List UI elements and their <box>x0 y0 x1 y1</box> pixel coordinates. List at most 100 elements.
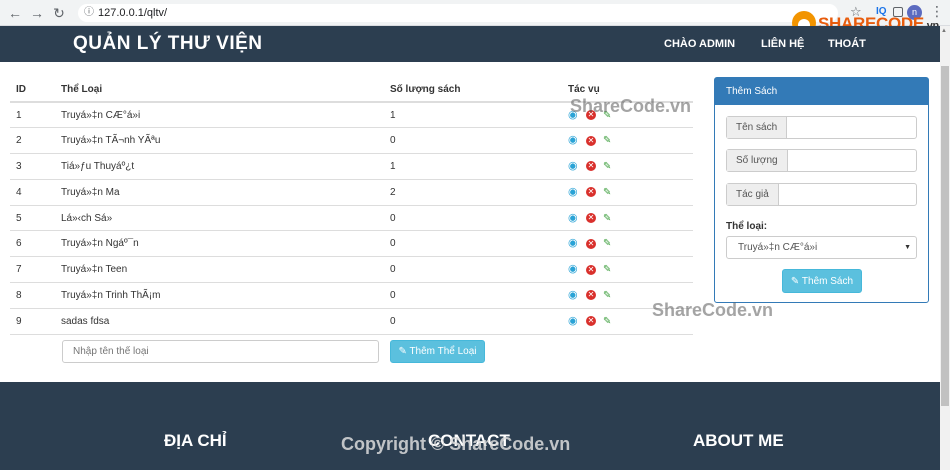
row-id: 4 <box>10 179 55 206</box>
category-select-value: Truyá»‡n CÆ°á»i <box>738 242 818 253</box>
row-actions: ◉ ✕ ✎ <box>562 153 693 180</box>
delete-icon[interactable]: ✕ <box>586 135 596 146</box>
edit-icon[interactable]: ✎ <box>603 290 614 301</box>
row-book-count: 0 <box>384 205 562 232</box>
category-select[interactable]: Truyá»‡n CÆ°á»i ▼ <box>726 236 917 259</box>
add-category-label: Thêm Thể Loại <box>409 346 477 357</box>
add-category-button[interactable]: ✎ Thêm Thể Loại <box>390 340 485 363</box>
view-icon[interactable]: ◉ <box>568 289 579 301</box>
row-id: 7 <box>10 256 55 284</box>
nav-welcome-admin[interactable]: CHÀO ADMIN <box>664 38 735 50</box>
row-id: 9 <box>10 308 55 335</box>
address-url: 127.0.0.1/qltv/ <box>98 7 168 19</box>
add-book-button[interactable]: ✎ Thêm Sách <box>782 269 862 293</box>
add-book-label: Thêm Sách <box>801 275 854 287</box>
add-book-icon: ✎ <box>790 275 800 287</box>
panel-title: Thêm Sách <box>715 78 928 105</box>
view-icon[interactable]: ◉ <box>568 212 579 224</box>
row-id: 1 <box>10 102 55 129</box>
footer-address-heading: ĐỊA CHỈ <box>164 431 227 450</box>
delete-icon[interactable]: ✕ <box>586 161 596 172</box>
table-row: 8 Truyá»‡n Trinh ThÃ¡m 0 ◉ ✕ ✎ <box>10 282 693 309</box>
site-brand[interactable]: QUẢN LÝ THƯ VIỆN <box>73 33 263 55</box>
row-category-name: Tiá»ƒu Thuyáº¿t <box>55 153 384 180</box>
row-book-count: 0 <box>384 127 562 155</box>
table-row: 2 Truyá»‡n TÃ¬nh YÃªu 0 ◉ ✕ ✎ <box>10 127 693 155</box>
table-row: 9 sadas fdsa 0 ◉ ✕ ✎ <box>10 308 693 335</box>
header-id: ID <box>10 78 55 103</box>
nav-contact[interactable]: LIÊN HỆ <box>761 38 804 50</box>
row-category-name: Truyá»‡n CÆ°á»i <box>55 102 384 129</box>
row-actions: ◉ ✕ ✎ <box>562 256 693 284</box>
top-navbar: QUẢN LÝ THƯ VIỆN CHÀO ADMIN LIÊN HỆ THOÁ… <box>0 26 940 62</box>
row-actions: ◉ ✕ ✎ <box>562 179 693 206</box>
view-icon[interactable]: ◉ <box>568 315 579 327</box>
delete-icon[interactable]: ✕ <box>586 238 596 249</box>
header-category: Thể Loại <box>55 78 384 103</box>
forward-icon[interactable]: → <box>28 4 46 22</box>
row-category-name: Lá»‹ch Sá» <box>55 205 384 232</box>
edit-icon[interactable]: ✎ <box>603 135 614 146</box>
watermark-text-2: ShareCode.vn <box>652 300 774 320</box>
row-id: 6 <box>10 230 55 258</box>
row-category-name: Truyá»‡n TÃ¬nh YÃªu <box>55 127 384 155</box>
table-row: 5 Lá»‹ch Sá» 0 ◉ ✕ ✎ <box>10 205 693 232</box>
edit-icon[interactable]: ✎ <box>603 161 614 172</box>
row-id: 3 <box>10 153 55 180</box>
footer-about-heading: ABOUT ME <box>693 431 784 450</box>
row-id: 2 <box>10 127 55 155</box>
table-row: 6 Truyá»‡n Ngáº¯n 0 ◉ ✕ ✎ <box>10 230 693 258</box>
row-id: 8 <box>10 282 55 309</box>
row-category-name: sadas fdsa <box>55 308 384 335</box>
address-bar[interactable]: ⓘ 127.0.0.1/qltv/ <box>78 4 838 22</box>
add-category-icon: ✎ <box>398 346 407 357</box>
row-book-count: 2 <box>384 179 562 206</box>
edit-icon[interactable]: ✎ <box>603 187 614 198</box>
view-icon[interactable]: ◉ <box>568 186 579 198</box>
add-book-panel: Thêm Sách Tên sách Số lượng Tác giả Thể … <box>714 77 929 303</box>
row-book-count: 0 <box>384 230 562 258</box>
edit-icon[interactable]: ✎ <box>603 213 614 224</box>
delete-icon[interactable]: ✕ <box>586 264 596 275</box>
view-icon[interactable]: ◉ <box>568 160 579 172</box>
row-category-name: Truyá»‡n Ma <box>55 179 384 206</box>
delete-icon[interactable]: ✕ <box>586 187 596 198</box>
back-icon[interactable]: ← <box>6 4 24 22</box>
view-icon[interactable]: ◉ <box>568 238 579 249</box>
table-row: 7 Truyá»‡n Teen 0 ◉ ✕ ✎ <box>10 256 693 284</box>
quantity-group[interactable]: Số lượng <box>726 149 917 172</box>
book-name-addon: Tên sách <box>727 117 788 138</box>
edit-icon[interactable]: ✎ <box>603 238 614 249</box>
copyright-watermark: Copyright © ShareCode.vn <box>341 434 571 454</box>
info-icon[interactable]: ⓘ <box>84 4 94 22</box>
category-label: Thể loại: <box>726 221 768 232</box>
edit-icon[interactable]: ✎ <box>603 264 614 275</box>
author-addon: Tác giả <box>727 184 779 205</box>
author-group[interactable]: Tác giả <box>726 183 917 206</box>
book-name-group[interactable]: Tên sách <box>726 116 917 139</box>
view-icon[interactable]: ◉ <box>568 135 579 146</box>
row-book-count: 1 <box>384 102 562 129</box>
row-actions: ◉ ✕ ✎ <box>562 127 693 155</box>
watermark-text: ShareCode.vn <box>570 96 692 116</box>
row-book-count: 0 <box>384 308 562 335</box>
table-row: 4 Truyá»‡n Ma 2 ◉ ✕ ✎ <box>10 179 693 206</box>
row-book-count: 0 <box>384 256 562 284</box>
view-icon[interactable]: ◉ <box>568 264 579 275</box>
nav-logout[interactable]: THOÁT <box>828 38 866 50</box>
scrollbar-thumb[interactable] <box>941 66 949 406</box>
row-actions: ◉ ✕ ✎ <box>562 205 693 232</box>
scroll-up-icon[interactable]: ▲ <box>941 28 947 34</box>
delete-icon[interactable]: ✕ <box>586 213 596 224</box>
reload-icon[interactable]: ↻ <box>50 4 68 22</box>
row-book-count: 1 <box>384 153 562 180</box>
delete-icon[interactable]: ✕ <box>586 290 596 301</box>
delete-icon[interactable]: ✕ <box>586 316 596 327</box>
chevron-down-icon: ▼ <box>904 244 911 251</box>
page-scrollbar[interactable]: ▲ <box>940 26 950 470</box>
row-id: 5 <box>10 205 55 232</box>
edit-icon[interactable]: ✎ <box>603 316 614 327</box>
category-name-input[interactable] <box>62 340 379 363</box>
header-book-count: Số lượng sách <box>384 78 562 103</box>
row-book-count: 0 <box>384 282 562 309</box>
